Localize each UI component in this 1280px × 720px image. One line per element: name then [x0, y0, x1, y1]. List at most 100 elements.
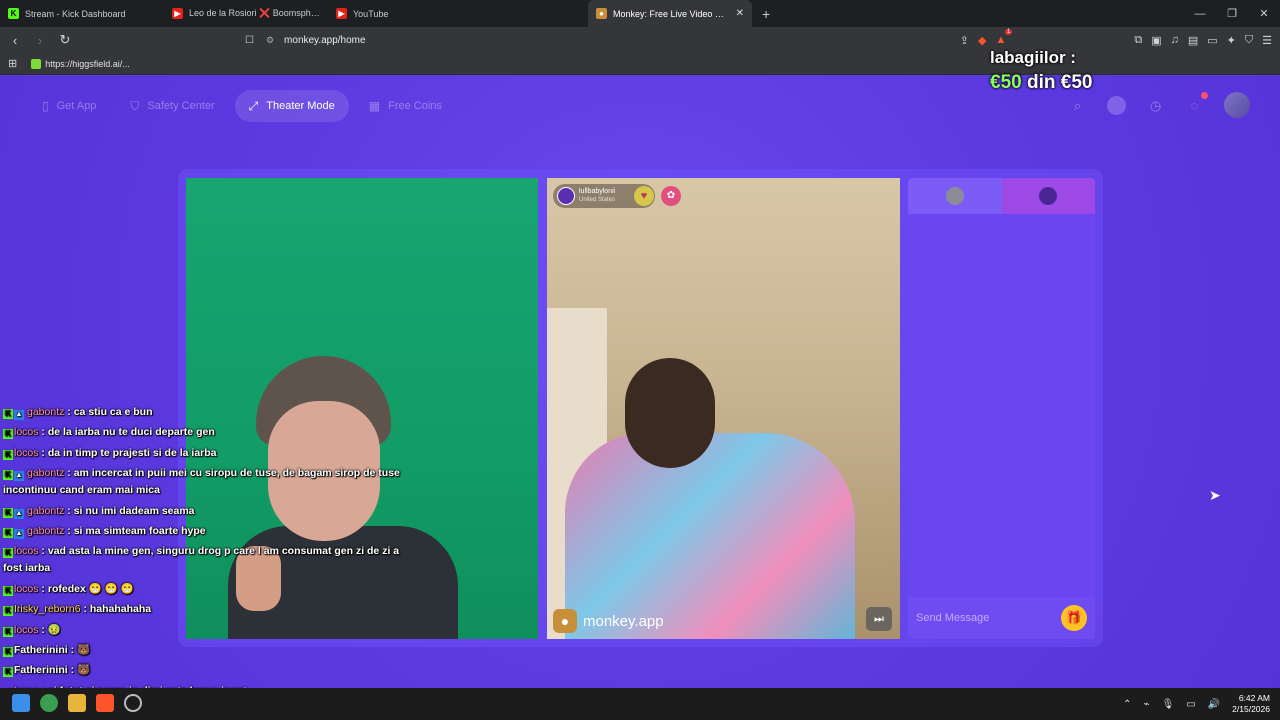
chat-text: si ma simteam foarte hype: [73, 524, 206, 537]
partner-head: [625, 358, 715, 468]
share-icon[interactable]: ⇪: [960, 34, 969, 47]
wallet-icon[interactable]: ▭: [1207, 34, 1217, 47]
forward-icon[interactable]: ›: [30, 33, 50, 48]
omnibox[interactable]: ☐ ⚙ monkey.app/home: [245, 30, 995, 50]
chat-text: 🤢: [47, 623, 61, 636]
chrome-icon[interactable]: [40, 694, 58, 712]
heart-icon[interactable]: ♥: [634, 186, 654, 206]
free-coins-button[interactable]: ▦ Free Coins: [355, 90, 456, 122]
get-app-button[interactable]: ▯ Get App: [28, 90, 110, 122]
chat-tabs: [908, 178, 1095, 214]
bookmark-higgsfield[interactable]: https://higgsfield.ai/...: [45, 59, 130, 69]
chat-message: Klocos : vad asta la mine gen, singuru d…: [3, 543, 413, 577]
chat-username: locos: [14, 623, 39, 636]
profile-icon[interactable]: [1107, 95, 1126, 115]
rewards-icon[interactable]: ▲ 1: [995, 29, 1013, 46]
extensions-icon[interactable]: ⧉: [1134, 34, 1142, 47]
restore-icon[interactable]: ❐: [1216, 7, 1248, 20]
skip-next-button[interactable]: ⏭: [866, 607, 892, 631]
gift-button-icon[interactable]: 🎁: [1061, 605, 1087, 631]
messages-icon[interactable]: ◌: [1185, 91, 1208, 115]
obs-icon[interactable]: [124, 694, 142, 712]
kick-badge-icon: K: [3, 626, 13, 637]
message-input[interactable]: Send Message: [916, 612, 1061, 624]
donation-goal-overlay: labagiilor : €50 din €50: [990, 48, 1092, 94]
tab-kick-dashboard[interactable]: K Stream - Kick Dashboard: [0, 0, 164, 27]
chat-separator: :: [64, 524, 74, 537]
chat-username: locos: [14, 426, 39, 439]
chat-separator: :: [38, 426, 48, 439]
network-icon[interactable]: ⌁: [1144, 699, 1150, 710]
display-icon[interactable]: ▭: [1186, 699, 1195, 710]
minimize-icon[interactable]: —: [1184, 8, 1216, 20]
mouse-cursor-icon: ➤: [1209, 487, 1221, 503]
kick-badge-icon: K: [3, 507, 13, 518]
chat-username: locos: [14, 446, 39, 459]
brave-icon[interactable]: [96, 694, 114, 712]
media-icon[interactable]: ♫: [1171, 34, 1179, 46]
goal-word: din: [1026, 72, 1056, 93]
avatar[interactable]: [1224, 92, 1250, 118]
remote-camera-feed: lullbabylonii United States ♥ ✿ ● monkey…: [547, 178, 900, 639]
tray-chevron-icon[interactable]: ⌃: [1123, 699, 1131, 710]
clock[interactable]: 6:42 AM 2/15/2026: [1232, 693, 1270, 715]
back-icon[interactable]: ‹: [5, 33, 25, 48]
leo-ai-icon[interactable]: ✦: [1227, 34, 1236, 47]
apps-grid-icon[interactable]: ⊞: [8, 57, 17, 70]
chat-message: K ▲ gabontz : am incercat in puii mei cu s…: [3, 465, 413, 499]
chat-message: Klocos : 🤢: [3, 622, 413, 639]
url-text[interactable]: monkey.app/home: [284, 35, 366, 46]
bookmark-icon[interactable]: ☐: [245, 35, 254, 46]
brave-shield-icon[interactable]: ◆: [978, 34, 986, 47]
remote-user-info: lullbabylonii United States: [579, 188, 615, 204]
site-info-icon[interactable]: ⚙: [266, 35, 274, 46]
close-window-icon[interactable]: ✕: [1248, 7, 1280, 20]
tab-youtube[interactable]: ▶ YouTube: [328, 0, 492, 27]
tab-youtube-leo[interactable]: ▶ Leo de la Rosiori ❌ Boomsphere - D: [164, 0, 328, 27]
sidebar-icon[interactable]: ▤: [1188, 34, 1198, 47]
chat-tab-self[interactable]: [908, 178, 1002, 214]
tab-monkey[interactable]: ● Monkey: Free Live Video Chat ✕: [588, 0, 752, 27]
chat-message: K ▲ gabontz : ca stiu ca e bun: [3, 404, 413, 421]
history-icon[interactable]: ◷: [1146, 96, 1165, 115]
higgsfield-icon: [31, 58, 42, 69]
menu-icon[interactable]: ☰: [1262, 34, 1272, 47]
chat-username: Irisky_reborn6: [14, 603, 81, 616]
theater-mode-label: Theater Mode: [266, 100, 335, 112]
microphone-icon[interactable]: 🎙: [1162, 699, 1175, 710]
chat-message: Klocos : da in timp te prajesti si de la…: [3, 445, 413, 462]
browser-tab-strip: K Stream - Kick Dashboard ▶ Leo de la Ro…: [0, 0, 1280, 27]
gift-icon[interactable]: ✿: [661, 186, 681, 206]
coins-icon: ▦: [368, 99, 381, 113]
file-explorer-icon[interactable]: [68, 694, 86, 712]
chat-message: K Fatherinini : 🐻: [3, 662, 413, 679]
kick-badge-icon: K: [3, 646, 13, 657]
chat-tab-partner[interactable]: [1001, 178, 1095, 214]
theater-mode-button[interactable]: ⤢ Theater Mode: [234, 90, 349, 122]
reload-icon[interactable]: ↻: [55, 32, 75, 48]
search-icon[interactable]: ⌕: [1068, 96, 1087, 115]
screenshot-icon[interactable]: ▣: [1151, 34, 1161, 47]
chat-username: gabontz: [27, 524, 65, 537]
goal-target: €50: [1060, 72, 1093, 93]
chat-message: K ▲ gabontz : si nu imi dadeam seama: [3, 503, 413, 520]
verified-badge-icon: ▲: [14, 471, 24, 482]
monkey-icon: ●: [596, 8, 607, 19]
chat-text: ca stiu ca e bun: [73, 406, 153, 418]
chat-message: Klocos : rofedex 😁 😁 😁: [3, 581, 413, 598]
kick-icon: K: [8, 8, 19, 19]
tab-title: Monkey: Free Live Video Chat: [613, 8, 730, 19]
kick-badge-icon: K: [3, 409, 13, 419]
new-tab-button[interactable]: +: [752, 6, 780, 22]
chat-username: gabontz: [27, 467, 65, 480]
windows-start-icon[interactable]: [12, 694, 30, 712]
chat-text: 🐻: [77, 664, 91, 677]
vpn-icon[interactable]: ⛉: [1245, 34, 1253, 47]
safety-center-button[interactable]: ⛉ Safety Center: [116, 90, 228, 122]
volume-icon[interactable]: 🔊: [1208, 699, 1220, 710]
self-avatar: [945, 187, 964, 205]
chat-separator: :: [67, 664, 78, 677]
close-tab-icon[interactable]: ✕: [736, 8, 744, 19]
tab-title: YouTube: [353, 8, 389, 19]
kick-badge-icon: K: [3, 527, 13, 538]
